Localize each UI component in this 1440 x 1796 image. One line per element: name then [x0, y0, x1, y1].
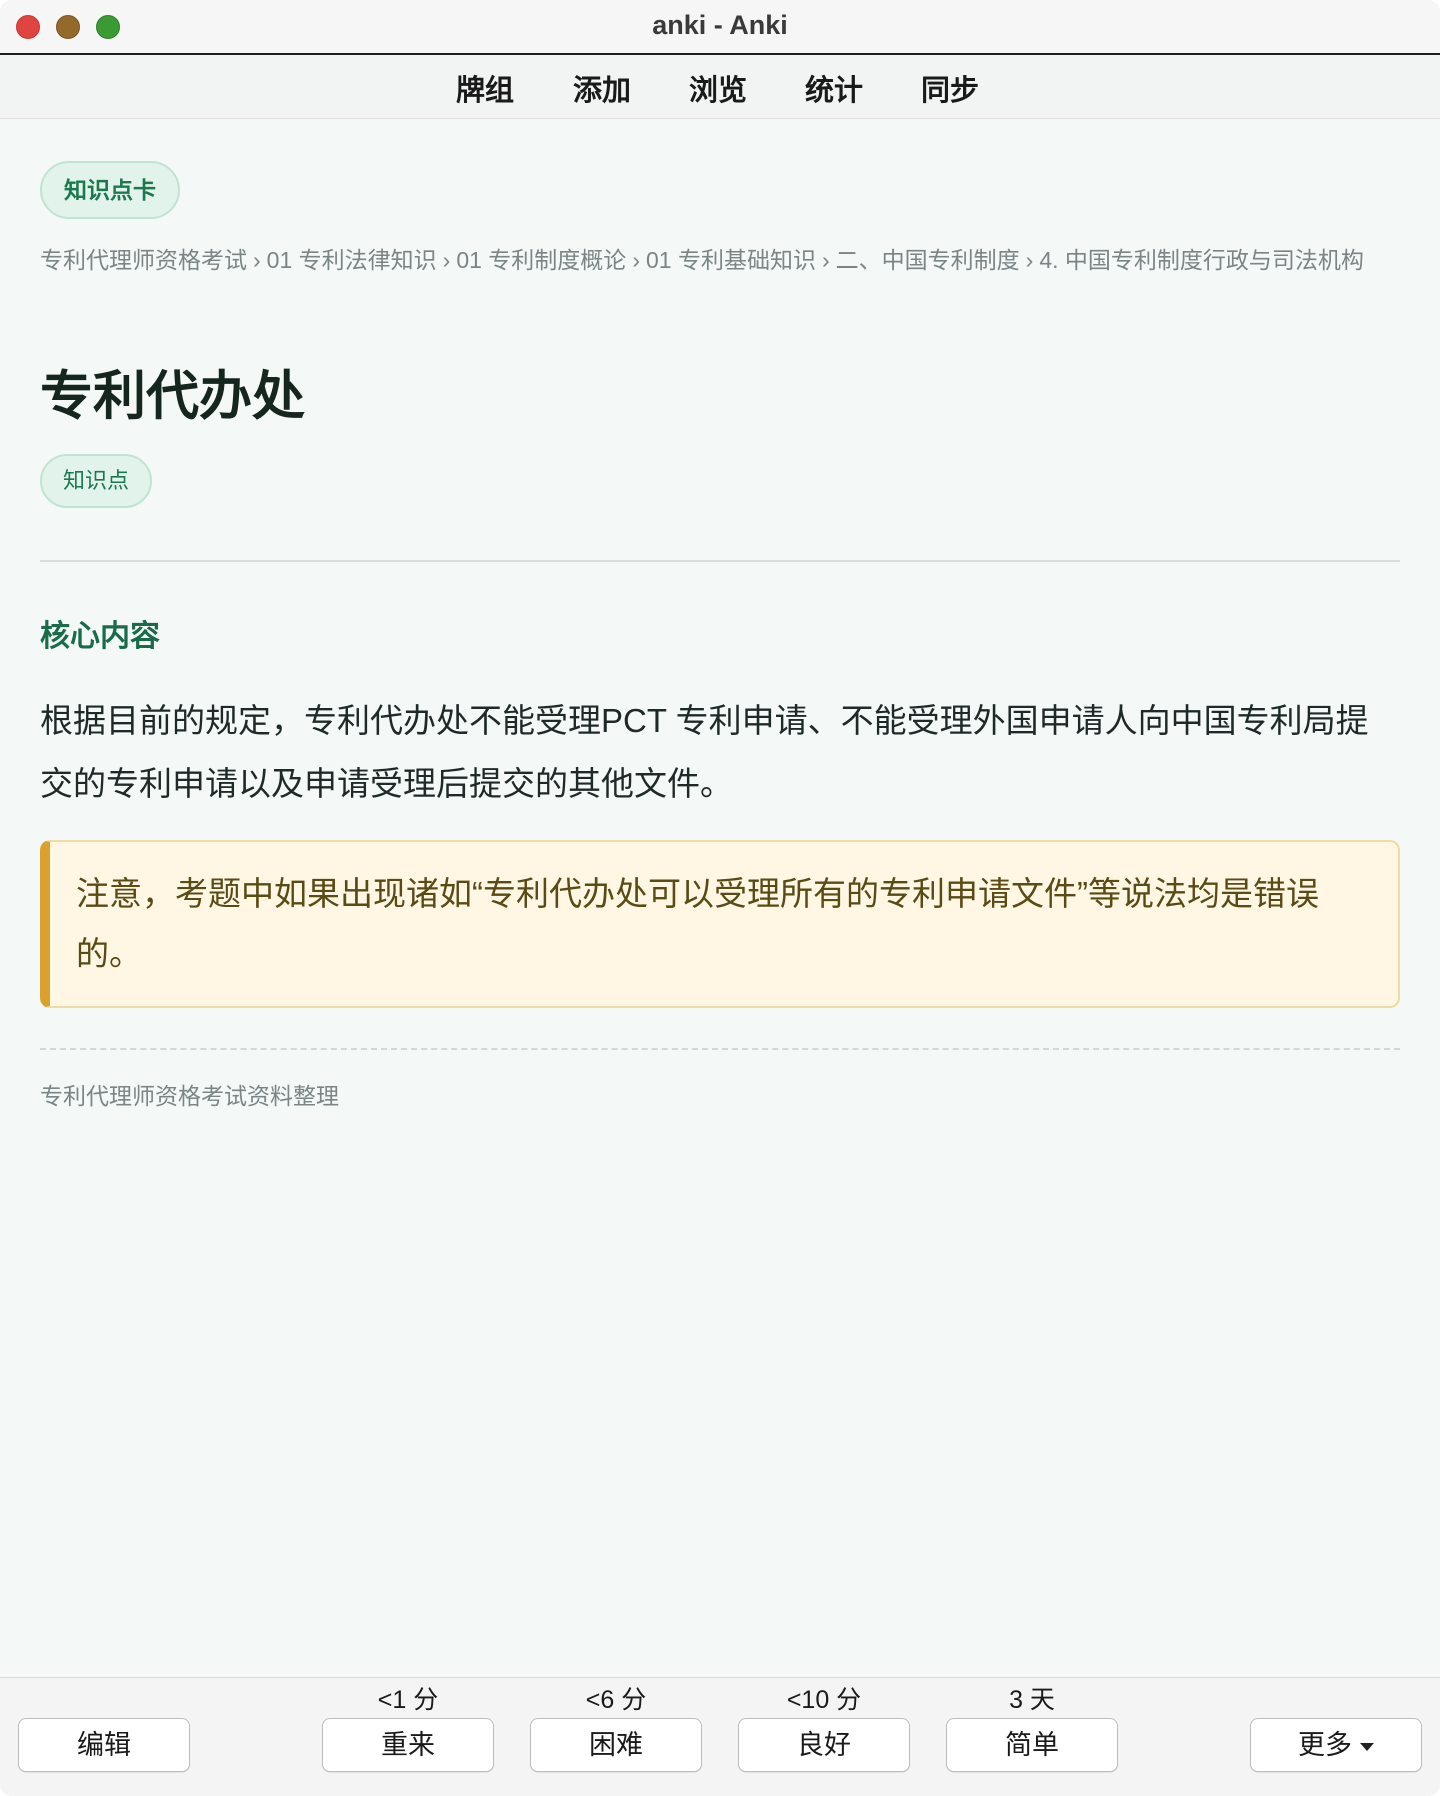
callout-text: 注意，考题中如果出现诸如“专利代办处可以受理所有的专利申请文件”等说法均是错误的… — [76, 875, 1319, 972]
breadcrumb-separator: › — [253, 247, 261, 273]
card-footer-note: 专利代理师资格考试资料整理 — [40, 1083, 339, 1109]
window-title: anki - Anki — [652, 10, 788, 40]
top-nav: 牌组 添加 浏览 统计 同步 — [0, 55, 1440, 119]
breadcrumb-item: 专利代理师资格考试 — [40, 247, 247, 273]
again-interval: <1 分 — [377, 1686, 439, 1714]
warning-callout: 注意，考题中如果出现诸如“专利代办处可以受理所有的专利申请文件”等说法均是错误的… — [40, 840, 1400, 1008]
breadcrumb-item: 二、中国专利制度 — [835, 247, 1020, 273]
breadcrumb-separator: › — [442, 247, 451, 273]
card-title: 专利代办处 — [40, 367, 305, 426]
more-button-label: 更多 — [1298, 1730, 1352, 1760]
nav-sync[interactable]: 同步 — [921, 67, 979, 109]
nav-stats[interactable]: 统计 — [805, 67, 863, 109]
breadcrumb-item: 01 专利基础知识 — [645, 247, 816, 273]
breadcrumb-item: 01 专利法律知识 — [266, 247, 437, 273]
more-button[interactable]: 更多 — [1250, 1718, 1422, 1772]
chevron-down-icon — [1360, 1742, 1374, 1751]
hard-button[interactable]: 困难 — [530, 1718, 702, 1772]
breadcrumb-item: 4. 中国专利制度行政与司法机构 — [1039, 247, 1364, 273]
good-button[interactable]: 良好 — [738, 1718, 910, 1772]
again-button[interactable]: 重来 — [322, 1718, 494, 1772]
divider — [40, 560, 1400, 562]
nav-decks[interactable]: 牌组 — [456, 67, 514, 109]
easy-interval: 3 天 — [1009, 1686, 1055, 1714]
hard-interval: <6 分 — [585, 1686, 647, 1714]
easy-button[interactable]: 简单 — [946, 1718, 1118, 1772]
breadcrumb-item: 01 专利制度概论 — [456, 247, 627, 273]
breadcrumb: 专利代理师资格考试 › 01 专利法律知识 › 01 专利制度概论 › 01 专利基础知识 ›… — [40, 239, 1400, 282]
title-bar: anki - Anki — [0, 0, 1440, 55]
dashed-divider — [40, 1048, 1400, 1050]
edit-button[interactable]: 编辑 — [18, 1718, 190, 1772]
anki-window: anki - Anki 牌组 添加 浏览 统计 同步 知识点卡 专利代理师资格考… — [0, 0, 1440, 1796]
section-heading: 核心内容 — [40, 620, 160, 653]
nav-add[interactable]: 添加 — [573, 67, 631, 109]
card-tag: 知识点 — [40, 454, 152, 508]
breadcrumb-separator: › — [1025, 247, 1034, 273]
nav-browse[interactable]: 浏览 — [689, 67, 747, 109]
breadcrumb-separator: › — [632, 247, 640, 273]
card-body-text: 根据目前的规定，专利代办处不能受理PCT 专利申请、不能受理外国申请人向中国专利… — [40, 702, 1369, 802]
review-bottom-bar: 编辑 <1 分 重来 <6 分 困难 <10 分 良好 3 天 简单 更多 — [0, 1677, 1440, 1796]
card-type-badge: 知识点卡 — [40, 161, 180, 219]
breadcrumb-separator: › — [821, 247, 830, 273]
good-interval: <10 分 — [786, 1686, 862, 1714]
